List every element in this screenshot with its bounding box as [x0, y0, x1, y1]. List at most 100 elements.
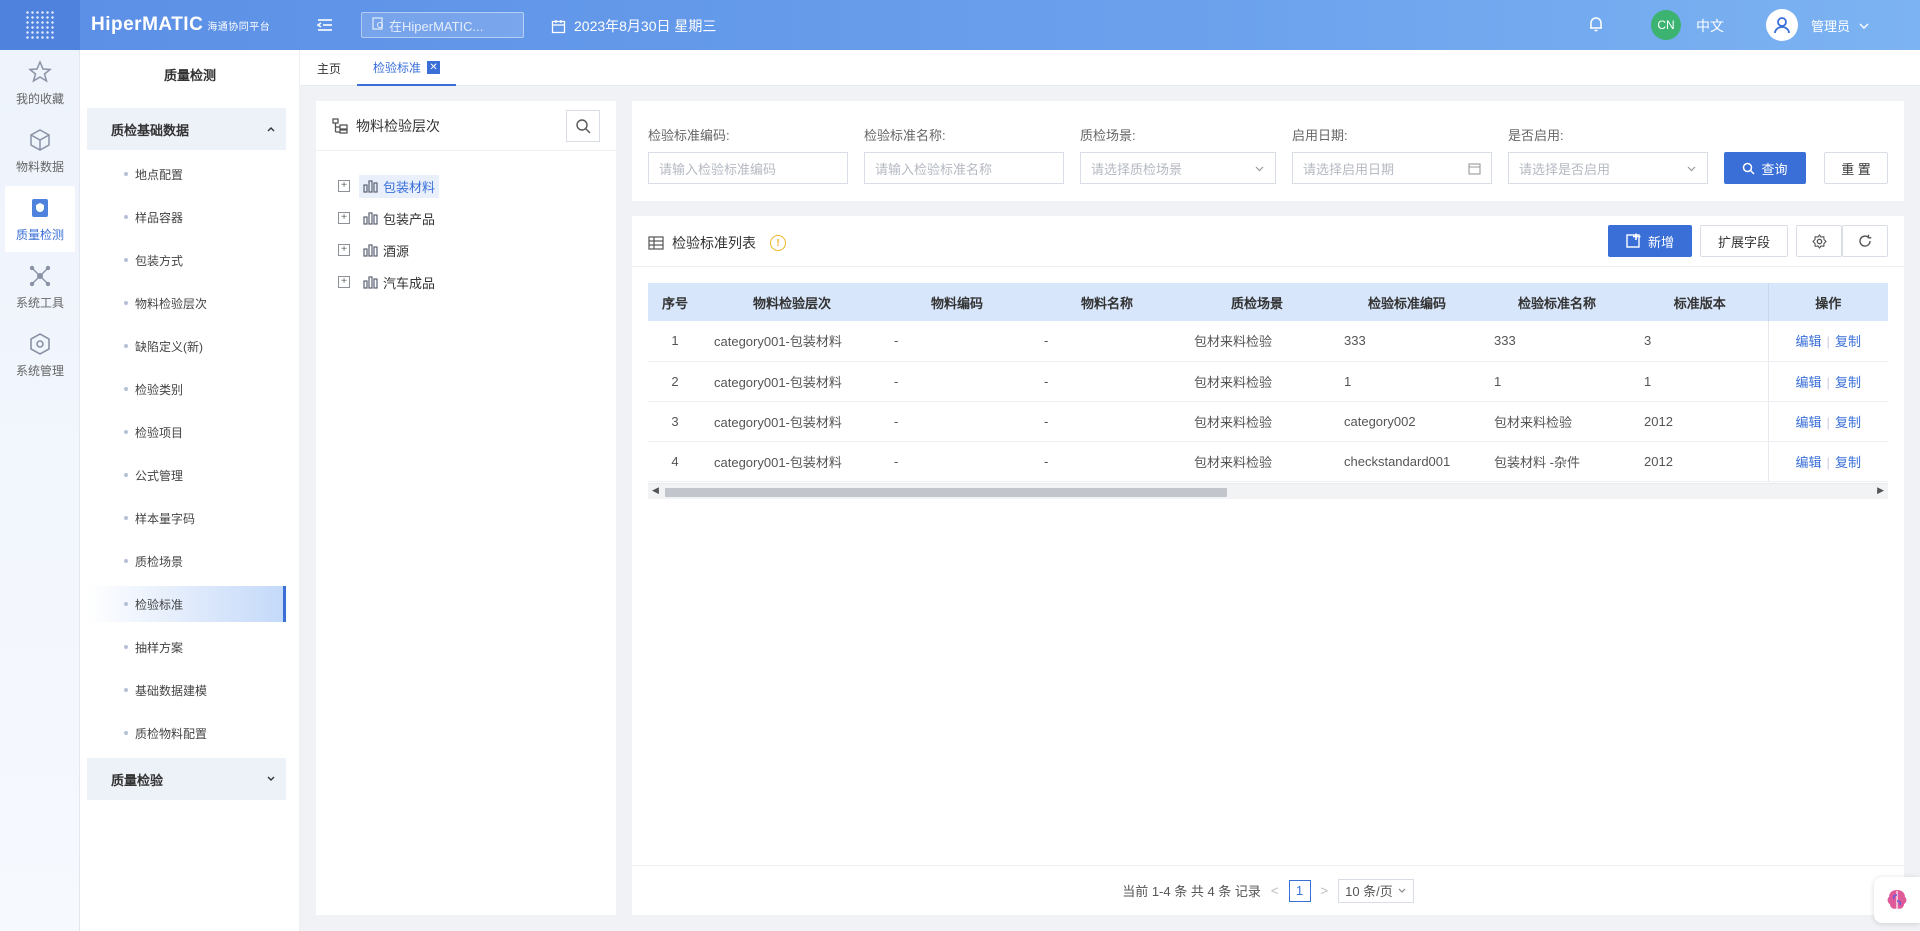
menu-item-formula[interactable]: 公式管理: [87, 457, 286, 493]
user-menu[interactable]: 管理员: [1811, 16, 1870, 35]
cell-no: 1: [648, 321, 702, 362]
menu-item-material-level[interactable]: 物料检验层次: [87, 285, 286, 321]
logo: HiperMATIC 海通协同平台: [91, 14, 271, 35]
menu-item-scene[interactable]: 质检场景: [87, 543, 286, 579]
rail-label: 系统工具: [15, 295, 64, 310]
table-row[interactable]: 2 category001-包装材料 - - 包材来料检验 1 1 1 编辑 | 复…: [648, 361, 1888, 402]
horizontal-scrollbar[interactable]: ◀ ▶: [648, 483, 1888, 499]
col-header[interactable]: 标准版本: [1632, 283, 1768, 321]
info-icon[interactable]: !: [770, 235, 786, 251]
tree-node[interactable]: + 包装产品: [338, 205, 439, 231]
tree-node[interactable]: + 酒源: [338, 237, 413, 263]
pager-summary: 当前 1-4 条 共 4 条 记录: [1122, 884, 1261, 899]
page-size-label: 10 条/页: [1345, 884, 1393, 899]
table-row[interactable]: 1 category001-包装材料 - - 包材来料检验 333 333 3 …: [648, 321, 1888, 362]
cell-version: 1: [1632, 361, 1768, 402]
menu-group-basic-data[interactable]: 质检基础数据: [87, 108, 286, 150]
copy-link[interactable]: 复制: [1835, 375, 1861, 390]
cell-scene: 包材来料检验: [1182, 321, 1332, 362]
tab-home[interactable]: 主页: [317, 50, 341, 86]
edit-link[interactable]: 编辑: [1796, 375, 1822, 390]
menu-toggle-icon[interactable]: [316, 16, 334, 34]
grid-icon: [25, 10, 55, 40]
language-switch[interactable]: 中文: [1696, 16, 1724, 36]
tree-title: 物料检验层次: [356, 117, 440, 134]
col-header[interactable]: 物料名称: [1032, 283, 1182, 321]
edit-link[interactable]: 编辑: [1796, 455, 1822, 470]
tab-standard[interactable]: 检验标准 ✕: [357, 50, 457, 86]
rail-item-material[interactable]: 物料数据: [0, 118, 80, 184]
menu-item-standard[interactable]: 检验标准: [87, 586, 286, 622]
copy-link[interactable]: 复制: [1835, 455, 1861, 470]
col-header[interactable]: 质检场景: [1182, 283, 1332, 321]
refresh-button[interactable]: [1842, 225, 1888, 257]
add-button[interactable]: 新增: [1608, 225, 1692, 257]
bar-chart-icon: [363, 244, 378, 257]
rail-item-quality[interactable]: 质量检测: [5, 186, 75, 252]
bell-icon[interactable]: [1587, 15, 1605, 36]
scrollbar-thumb[interactable]: [665, 488, 1227, 497]
reset-button[interactable]: 重 置: [1824, 152, 1888, 184]
tree-node-label: 汽车成品: [383, 275, 436, 291]
prev-page-icon[interactable]: <: [1271, 883, 1279, 898]
scene-select[interactable]: 请选择质检场景: [1080, 152, 1276, 184]
query-button[interactable]: 查询: [1724, 152, 1806, 184]
page-number[interactable]: 1: [1288, 879, 1311, 902]
menu-item-defect[interactable]: 缺陷定义(新): [87, 328, 286, 364]
col-header[interactable]: 物料检验层次: [702, 283, 882, 321]
copy-link[interactable]: 复制: [1835, 415, 1861, 430]
rail-item-tools[interactable]: 系统工具: [0, 254, 80, 320]
rail-item-favorites[interactable]: 我的收藏: [0, 50, 80, 116]
settings-button[interactable]: [1796, 225, 1842, 257]
language-badge[interactable]: CN: [1651, 10, 1681, 40]
placeholder: 请选择是否启用: [1519, 161, 1611, 177]
assistant-brain-icon[interactable]: [1874, 877, 1920, 923]
date-display: 2023年8月30日 星期三: [551, 16, 716, 36]
close-icon[interactable]: ✕: [427, 60, 441, 74]
app-grid-button[interactable]: [0, 0, 80, 50]
user-icon: [1774, 17, 1790, 34]
menu-item-inspection-item[interactable]: 检验项目: [87, 414, 286, 450]
cell-level: category001-包装材料: [702, 441, 882, 482]
menu-group-quality-inspection[interactable]: 质量检验: [87, 758, 286, 800]
expand-icon[interactable]: +: [338, 212, 350, 224]
next-page-icon[interactable]: >: [1321, 883, 1329, 898]
col-header[interactable]: 物料编码: [882, 283, 1032, 321]
col-header[interactable]: 检验标准编码: [1332, 283, 1482, 321]
menu-item-sample-container[interactable]: 样品容器: [87, 199, 286, 235]
rail-item-system[interactable]: 系统管理: [0, 322, 80, 388]
edit-link[interactable]: 编辑: [1796, 334, 1822, 349]
page-size-select[interactable]: 10 条/页: [1338, 878, 1414, 903]
scroll-right-icon[interactable]: ▶: [1877, 485, 1884, 496]
menu-item-category[interactable]: 检验类别: [87, 371, 286, 407]
expand-icon[interactable]: +: [338, 276, 350, 288]
tree-search-button[interactable]: [566, 110, 600, 142]
tree-node[interactable]: + 汽车成品: [338, 269, 439, 295]
table-row[interactable]: 3 category001-包装材料 - - 包材来料检验 category00…: [648, 401, 1888, 442]
enabled-select[interactable]: 请选择是否启用: [1508, 152, 1708, 184]
user-avatar[interactable]: [1766, 9, 1798, 41]
menu-item-sample-code[interactable]: 样本量字码: [87, 500, 286, 536]
expand-icon[interactable]: +: [338, 180, 350, 192]
menu-item-material-config[interactable]: 质检物料配置: [87, 715, 286, 751]
expand-icon[interactable]: +: [338, 244, 350, 256]
code-input[interactable]: 请输入检验标准编码: [648, 152, 848, 184]
table-row[interactable]: 4 category001-包装材料 - - 包材来料检验 checkstand…: [648, 441, 1888, 482]
col-header[interactable]: 序号: [648, 283, 702, 321]
cell-actions: 编辑 | 复制: [1767, 401, 1888, 442]
global-search-input[interactable]: 在HiperMATIC...: [361, 12, 524, 38]
menu-item-modeling[interactable]: 基础数据建模: [87, 672, 286, 708]
name-input[interactable]: 请输入检验标准名称: [864, 152, 1064, 184]
menu-item-packaging[interactable]: 包装方式: [87, 242, 286, 278]
cell-material-name: -: [1032, 361, 1182, 402]
date-picker[interactable]: 请选择启用日期: [1292, 152, 1492, 184]
col-header[interactable]: 检验标准名称: [1482, 283, 1632, 321]
edit-link[interactable]: 编辑: [1796, 415, 1822, 430]
tree-node[interactable]: + 包装材料: [338, 173, 440, 199]
scroll-left-icon[interactable]: ◀: [652, 485, 659, 496]
menu-item-location[interactable]: 地点配置: [87, 156, 286, 192]
menu-item-sampling[interactable]: 抽样方案: [87, 629, 286, 665]
copy-link[interactable]: 复制: [1835, 334, 1861, 349]
cell-code: category002: [1332, 401, 1482, 442]
extend-fields-button[interactable]: 扩展字段: [1700, 225, 1788, 257]
